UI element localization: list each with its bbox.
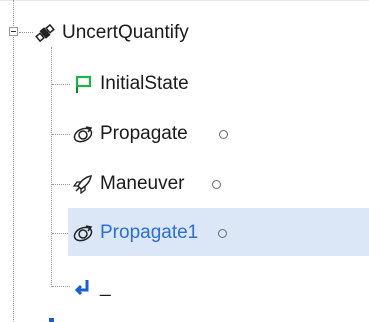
tree-guide-line [13, 0, 14, 26]
tree-guide-line [52, 286, 70, 287]
tree-guide-line [52, 184, 70, 185]
tree-guide-line [13, 37, 14, 322]
collapse-toggle[interactable] [9, 27, 18, 36]
tree-node-propagate[interactable]: Propagate [72, 117, 228, 151]
partial-node-indicator [49, 318, 54, 322]
tree-node-label: Propagate [100, 123, 188, 144]
tree-node-end[interactable]: _ [72, 270, 111, 304]
tree-node-maneuver[interactable]: Maneuver [72, 167, 221, 201]
tree-node-initialstate[interactable]: InitialState [72, 67, 189, 101]
satellite-icon [34, 22, 56, 44]
tree-guide-line [52, 134, 70, 135]
tree-node-root[interactable]: UncertQuantify [34, 16, 189, 50]
tree-guide-line [19, 32, 33, 33]
mission-sequence-tree: UncertQuantify InitialState Propagate Ma… [0, 0, 369, 322]
tree-node-propagate1[interactable]: Propagate1 [72, 216, 228, 250]
status-radio[interactable] [211, 179, 221, 189]
green-flag-icon [72, 73, 94, 95]
tree-guide-line [52, 84, 70, 85]
top-divider [0, 0, 369, 1]
propagate-orbit-icon [72, 123, 94, 145]
status-radio[interactable] [218, 129, 228, 139]
return-arrow-icon [72, 276, 94, 298]
tree-node-label: Maneuver [100, 173, 185, 194]
tree-node-label: _ [100, 276, 111, 297]
status-radio[interactable] [218, 228, 228, 238]
rocket-icon [72, 173, 94, 195]
tree-guide-line [51, 47, 52, 287]
tree-node-label: UncertQuantify [62, 22, 189, 43]
propagate-orbit-icon [72, 222, 94, 244]
tree-node-label: InitialState [100, 73, 189, 94]
tree-node-label: Propagate1 [100, 222, 199, 243]
